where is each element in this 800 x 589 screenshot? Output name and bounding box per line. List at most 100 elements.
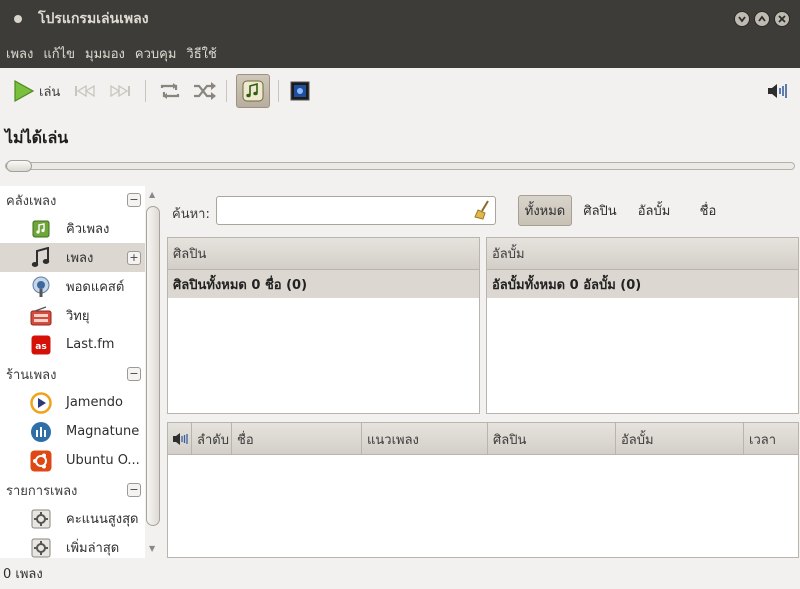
next-icon (110, 84, 130, 98)
shuffle-icon (194, 82, 216, 100)
source-label: Ubuntu O... (66, 453, 140, 468)
sidebar-scrollbar[interactable]: ▲ ▼ (145, 186, 161, 558)
section-label: รายการเพลง (6, 483, 78, 499)
maximize-button[interactable] (754, 11, 770, 27)
source-item-magnatune[interactable]: Magnatune (0, 417, 145, 446)
section-playlists[interactable]: รายการเพลง − (0, 477, 145, 503)
play-label: เล่น (39, 84, 61, 100)
scroll-down-icon[interactable]: ▼ (149, 544, 155, 553)
volume-button[interactable] (766, 81, 790, 101)
smart-playlist-icon (30, 508, 52, 530)
source-label: คะแนนสูงสุด (66, 512, 139, 527)
source-item-top-rated[interactable]: คะแนนสูงสุด (0, 504, 145, 533)
svg-text:as: as (35, 342, 46, 352)
all-artists-row[interactable]: ศิลปินทั้งหมด 0 ชื่อ (0) (168, 270, 479, 298)
search-label: ค้นหา: (172, 207, 210, 222)
album-column-header[interactable]: อัลบั้ม (487, 238, 798, 270)
queue-icon (30, 218, 52, 240)
source-label: Magnatune (66, 424, 140, 439)
source-item-recently-added[interactable]: เพิ่มล่าสุด (0, 533, 145, 558)
minimize-button[interactable] (734, 11, 750, 27)
column-artist[interactable]: ศิลปิน (488, 423, 616, 455)
menu-bar: เพลง แก้ไข มุมมอง ควบคุม วิธีใช้ (0, 38, 800, 68)
toolbar-separator (226, 80, 227, 102)
shuffle-button[interactable] (192, 80, 218, 102)
source-label: Jamendo (66, 395, 123, 410)
source-label: คิวเพลง (66, 222, 110, 237)
window-title: โปรแกรมเล่นเพลง (38, 11, 149, 27)
play-icon (14, 79, 35, 103)
collapse-stores-toggle[interactable]: − (127, 367, 141, 381)
collapse-library-toggle[interactable]: − (127, 193, 141, 207)
album-browser[interactable]: อัลบั้ม อัลบั้มทั้งหมด 0 อัลบั้ม (0) (486, 237, 799, 414)
artist-column-header[interactable]: ศิลปิน (168, 238, 479, 270)
window-menu-icon[interactable] (14, 15, 22, 23)
section-stores[interactable]: ร้านเพลง − (0, 361, 145, 387)
menu-view[interactable]: มุมมอง (85, 43, 125, 64)
filter-all-button[interactable]: ทั้งหมด (518, 195, 572, 226)
source-item-lastfm[interactable]: as Last.fm (0, 330, 145, 359)
status-text: 0 เพลง (3, 567, 43, 582)
menu-help[interactable]: วิธีใช้ (186, 43, 216, 64)
source-label: วิทยุ (66, 309, 90, 324)
volume-icon (173, 433, 188, 445)
status-bar: 0 เพลง (0, 558, 800, 589)
menu-control[interactable]: ควบคุม (135, 43, 177, 64)
close-button[interactable] (774, 11, 790, 27)
ubuntu-one-icon (30, 450, 52, 472)
all-albums-row[interactable]: อัลบั้มทั้งหมด 0 อัลบั้ม (0) (487, 270, 798, 298)
source-item-music[interactable]: เพลง + (0, 243, 145, 272)
toolbar-separator (278, 80, 279, 102)
repeat-icon (160, 83, 180, 99)
column-track-number[interactable]: ลำดับ (192, 423, 232, 455)
title-bar: โปรแกรมเล่นเพลง (0, 0, 800, 38)
toolbar-separator (145, 80, 146, 102)
jamendo-icon (30, 391, 52, 414)
column-duration[interactable]: เวลา (744, 423, 798, 455)
source-item-jamendo[interactable]: Jamendo (0, 388, 145, 417)
clear-search-icon[interactable] (474, 200, 492, 224)
filter-album-button[interactable]: อัลบั้ม (632, 195, 676, 226)
source-label: เพลง (66, 251, 94, 266)
track-list[interactable]: ลำดับ ชื่อ แนวเพลง ศิลปิน อัลบั้ม เวลา (167, 422, 799, 558)
seek-bar[interactable] (5, 162, 795, 170)
source-label: Last.fm (66, 337, 115, 352)
seek-handle[interactable] (6, 160, 32, 172)
play-button[interactable]: เล่น (12, 79, 60, 103)
column-playing[interactable] (168, 423, 192, 455)
source-item-radio[interactable]: วิทยุ (0, 301, 145, 330)
section-label: ร้านเพลง (6, 367, 57, 383)
column-title[interactable]: ชื่อ (232, 423, 362, 455)
podcast-icon (30, 276, 52, 298)
collapse-playlists-toggle[interactable]: − (127, 483, 141, 497)
column-album[interactable]: อัลบั้ม (616, 423, 744, 455)
filter-artist-button[interactable]: ศิลปิน (578, 195, 622, 226)
add-music-button[interactable]: + (127, 250, 141, 265)
search-input[interactable] (216, 196, 496, 225)
menu-music[interactable]: เพลง (6, 43, 33, 64)
next-button[interactable] (108, 82, 132, 100)
previous-icon (75, 84, 95, 98)
magnatune-icon (30, 421, 52, 443)
source-item-podcasts[interactable]: พอดแคสต์ (0, 272, 145, 301)
filter-title-button[interactable]: ชื่อ (690, 195, 726, 226)
previous-button[interactable] (73, 82, 97, 100)
column-genre[interactable]: แนวเพลง (362, 423, 488, 455)
visualization-button[interactable] (290, 81, 310, 101)
smart-playlist-icon (30, 537, 52, 559)
scroll-up-icon[interactable]: ▲ (149, 190, 155, 199)
scrollbar-thumb[interactable] (146, 206, 160, 526)
music-library-icon (242, 80, 264, 102)
radio-icon (30, 305, 52, 327)
repeat-button[interactable] (157, 80, 183, 102)
browse-toggle-button[interactable] (236, 74, 270, 108)
visualization-icon (290, 81, 310, 101)
source-item-ubuntu-one[interactable]: Ubuntu O... (0, 446, 145, 475)
menu-edit[interactable]: แก้ไข (43, 43, 75, 64)
section-library[interactable]: คลังเพลง − (0, 187, 145, 213)
source-label: เพิ่มล่าสุด (66, 541, 120, 556)
source-item-play-queue[interactable]: คิวเพลง (0, 214, 145, 243)
now-playing-label: ไม่ได้เล่น (5, 128, 69, 147)
artist-browser[interactable]: ศิลปิน ศิลปินทั้งหมด 0 ชื่อ (0) (167, 237, 480, 414)
section-label: คลังเพลง (6, 193, 57, 209)
